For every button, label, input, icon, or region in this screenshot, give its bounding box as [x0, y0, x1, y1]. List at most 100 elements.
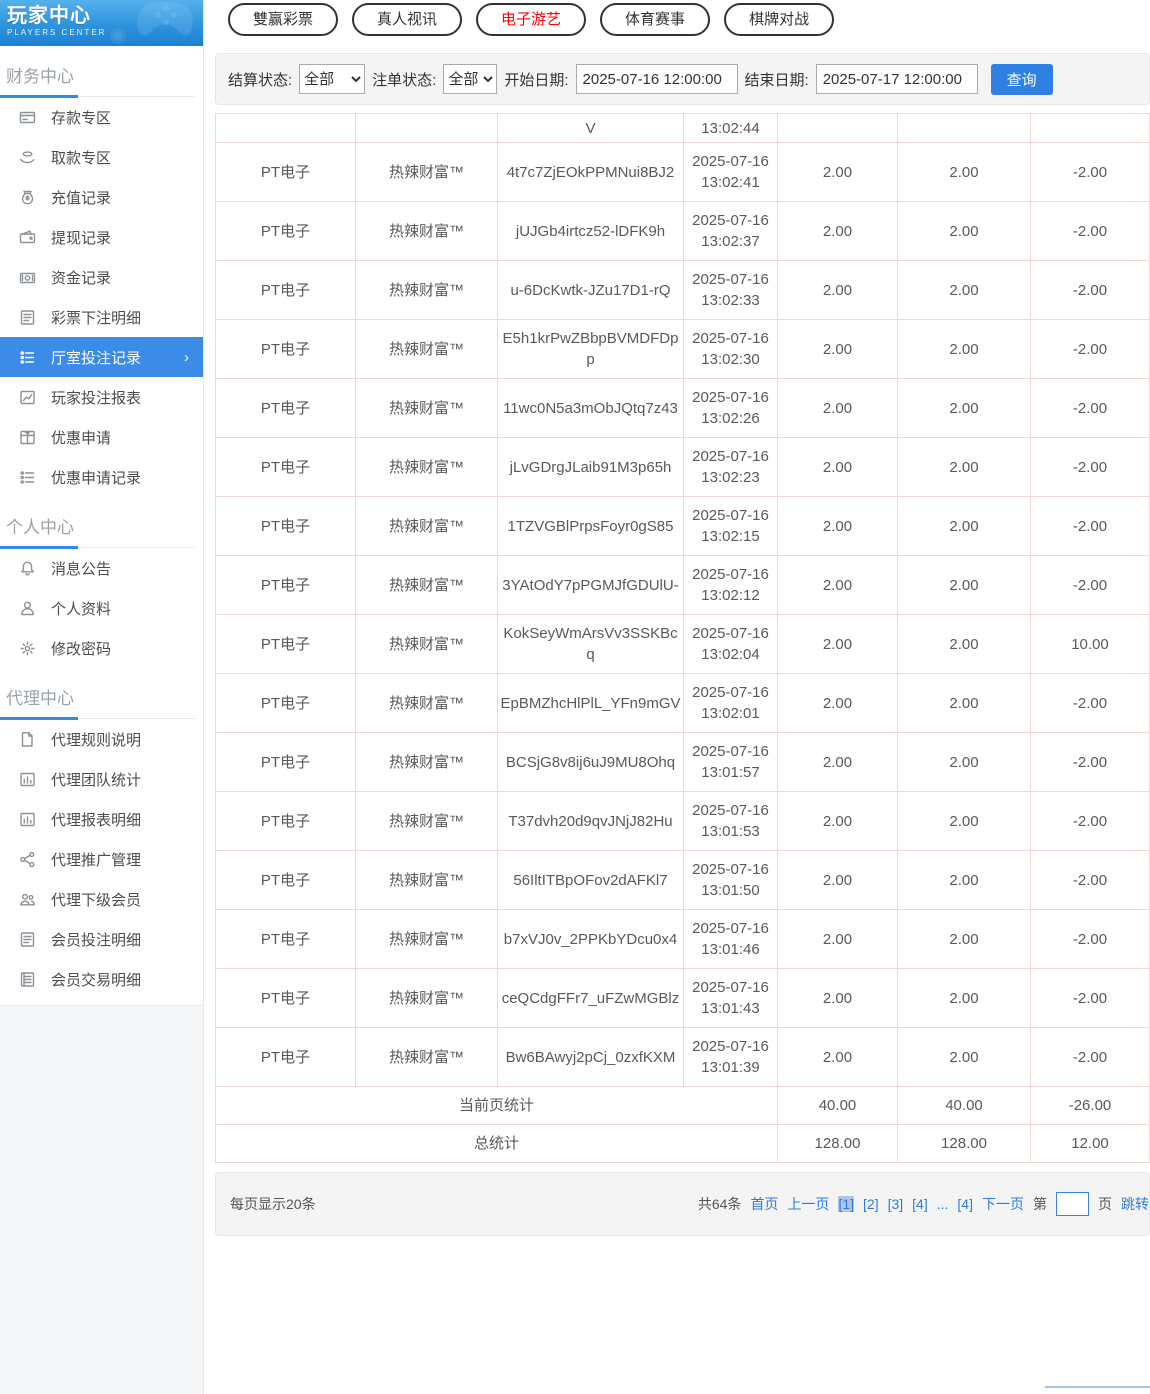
- sidebar-item-代理团队统计[interactable]: 代理团队统计: [0, 759, 203, 799]
- sidebar-item-优惠申请记录[interactable]: 优惠申请记录: [0, 457, 203, 497]
- sidebar-item-厅室投注记录[interactable]: 厅室投注记录›: [0, 337, 203, 377]
- tab-电子游艺[interactable]: 电子游艺: [476, 3, 586, 36]
- game-cell: 热辣财富™: [356, 202, 498, 261]
- sidebar: 玩家中心 PLAYERS CENTER 财务中心存款专区取款专区充值记录提现记录…: [0, 0, 204, 1005]
- bet-amount-cell: 2.00: [778, 615, 898, 674]
- order-id-cell: T37dvh20d9qvJNjJ82Hu: [498, 792, 684, 851]
- valid-bet-cell: 2.00: [898, 792, 1031, 851]
- time-cell: 2025-07-16 13:02:12: [684, 556, 778, 615]
- game-cell: 热辣财富™: [356, 615, 498, 674]
- page-link-3[interactable]: [3]: [888, 1196, 904, 1212]
- sidebar-item-消息公告[interactable]: 消息公告: [0, 548, 203, 588]
- jump-prefix-label: 第: [1033, 1194, 1047, 1214]
- sidebar-item-代理推广管理[interactable]: 代理推广管理: [0, 839, 203, 879]
- valid-total-cell: 128.00: [898, 1125, 1031, 1163]
- funds-icon: [19, 269, 36, 286]
- time-cell: 2025-07-16 13:02:23: [684, 438, 778, 497]
- page-link-4[interactable]: [4]: [912, 1196, 928, 1212]
- bet-amount-cell: 2.00: [778, 143, 898, 202]
- sidebar-item-代理规则说明[interactable]: 代理规则说明: [0, 719, 203, 759]
- per-page-text: 每页显示20条: [230, 1194, 316, 1214]
- sidebar-item-充值记录[interactable]: 充值记录: [0, 177, 203, 217]
- page-link-6[interactable]: [4]: [957, 1196, 973, 1212]
- time-cell: 2025-07-16 13:02:30: [684, 320, 778, 379]
- jump-button[interactable]: 跳转: [1121, 1194, 1149, 1214]
- table-row: PT电子热辣财富™11wc0N5a3mObJQtq7z432025-07-16 …: [216, 379, 1150, 438]
- valid-bet-cell: 2.00: [898, 202, 1031, 261]
- sidebar-item-存款专区[interactable]: 存款专区: [0, 97, 203, 137]
- sidebar-item-玩家投注报表[interactable]: 玩家投注报表: [0, 377, 203, 417]
- sidebar-item-取款专区[interactable]: 取款专区: [0, 137, 203, 177]
- bet-amount-cell: 2.00: [778, 910, 898, 969]
- sidebar-item-资金记录[interactable]: 资金记录: [0, 257, 203, 297]
- valid-bet-cell: 2.00: [898, 969, 1031, 1028]
- platform-cell: [216, 114, 356, 143]
- page-link-1[interactable]: [1]: [838, 1196, 854, 1212]
- win-loss-cell: -2.00: [1031, 851, 1150, 910]
- game-cell: 热辣财富™: [356, 910, 498, 969]
- order-id-cell: jLvGDrgJLaib91M3p65h: [498, 438, 684, 497]
- sidebar-item-label: 会员交易明细: [51, 969, 141, 990]
- end-date-input[interactable]: [816, 64, 978, 94]
- sidebar-item-代理报表明细[interactable]: 代理报表明细: [0, 799, 203, 839]
- order-id-cell: u-6DcKwtk-JZu17D1-rQ: [498, 261, 684, 320]
- platform-cell: PT电子: [216, 615, 356, 674]
- valid-bet-cell: 2.00: [898, 615, 1031, 674]
- bet-amount-cell: 2.00: [778, 1028, 898, 1087]
- sidebar-item-修改密码[interactable]: 修改密码: [0, 628, 203, 668]
- sidebar-section: 代理中心代理规则说明代理团队统计代理报表明细代理推广管理代理下级会员会员投注明细…: [0, 668, 203, 999]
- bet-amount-cell: 2.00: [778, 792, 898, 851]
- settle-status-select[interactable]: 全部: [299, 64, 365, 94]
- sidebar-item-label: 提现记录: [51, 227, 111, 248]
- sidebar-item-会员投注明细[interactable]: 会员投注明细: [0, 919, 203, 959]
- jump-page-input[interactable]: [1056, 1192, 1089, 1216]
- tab-体育赛事[interactable]: 体育赛事: [600, 3, 710, 36]
- list-doc-icon: [19, 309, 36, 326]
- sidebar-item-label: 代理报表明细: [51, 809, 141, 830]
- sidebar-item-会员交易明细[interactable]: 会员交易明细: [0, 959, 203, 999]
- table-row: PT电子热辣财富™T37dvh20d9qvJNjJ82Hu2025-07-16 …: [216, 792, 1150, 851]
- tab-棋牌对战[interactable]: 棋牌对战: [724, 3, 834, 36]
- sidebar-item-优惠申请[interactable]: 优惠申请: [0, 417, 203, 457]
- platform-cell: PT电子: [216, 497, 356, 556]
- bar-chart-icon: [19, 771, 36, 788]
- valid-bet-cell: 2.00: [898, 733, 1031, 792]
- bottom-edge-artifact: [1045, 1386, 1150, 1388]
- end-date-label: 结束日期:: [745, 69, 809, 90]
- bet-amount-cell: 2.00: [778, 674, 898, 733]
- table-row: PT电子热辣财富™Bw6BAwyj2pCj_0zxfKXM2025-07-16 …: [216, 1028, 1150, 1087]
- sidebar-section-header: 代理中心: [0, 680, 195, 719]
- first-page-link[interactable]: 首页: [750, 1194, 778, 1214]
- bet-amount-cell: [778, 114, 898, 143]
- time-cell: 2025-07-16 13:02:01: [684, 674, 778, 733]
- start-date-input[interactable]: [576, 64, 738, 94]
- sidebar-footer: [0, 1005, 204, 1394]
- tab-雙赢彩票[interactable]: 雙赢彩票: [228, 3, 338, 36]
- valid-bet-cell: [898, 114, 1031, 143]
- win-loss-cell: [1031, 114, 1150, 143]
- time-cell: 2025-07-16 13:01:43: [684, 969, 778, 1028]
- platform-cell: PT电子: [216, 261, 356, 320]
- sidebar-item-彩票下注明细[interactable]: 彩票下注明细: [0, 297, 203, 337]
- page-link-2[interactable]: [2]: [863, 1196, 879, 1212]
- bar-chart-icon: [19, 811, 36, 828]
- prev-page-link[interactable]: 上一页: [787, 1194, 829, 1214]
- win-loss-cell: -2.00: [1031, 910, 1150, 969]
- sidebar-item-代理下级会员[interactable]: 代理下级会员: [0, 879, 203, 919]
- next-page-link[interactable]: 下一页: [982, 1194, 1024, 1214]
- order-status-select[interactable]: 全部: [443, 64, 497, 94]
- query-button[interactable]: 查询: [991, 64, 1053, 95]
- sidebar-item-label: 玩家投注报表: [51, 387, 141, 408]
- bet-total-cell: 40.00: [778, 1087, 898, 1125]
- table-row: PT电子热辣财富™ceQCdgFFr7_uFZwMGBlz2025-07-16 …: [216, 969, 1150, 1028]
- sidebar-section-header: 财务中心: [0, 58, 195, 97]
- time-cell: 2025-07-16 13:01:39: [684, 1028, 778, 1087]
- time-cell: 2025-07-16 13:01:46: [684, 910, 778, 969]
- page-link-5[interactable]: ...: [937, 1196, 949, 1212]
- settle-status-label: 结算状态:: [228, 69, 292, 90]
- sidebar-item-个人资料[interactable]: 个人资料: [0, 588, 203, 628]
- sidebar-item-label: 彩票下注明细: [51, 307, 141, 328]
- tab-真人视讯[interactable]: 真人视讯: [352, 3, 462, 36]
- sidebar-item-提现记录[interactable]: 提现记录: [0, 217, 203, 257]
- time-cell: 2025-07-16 13:01:57: [684, 733, 778, 792]
